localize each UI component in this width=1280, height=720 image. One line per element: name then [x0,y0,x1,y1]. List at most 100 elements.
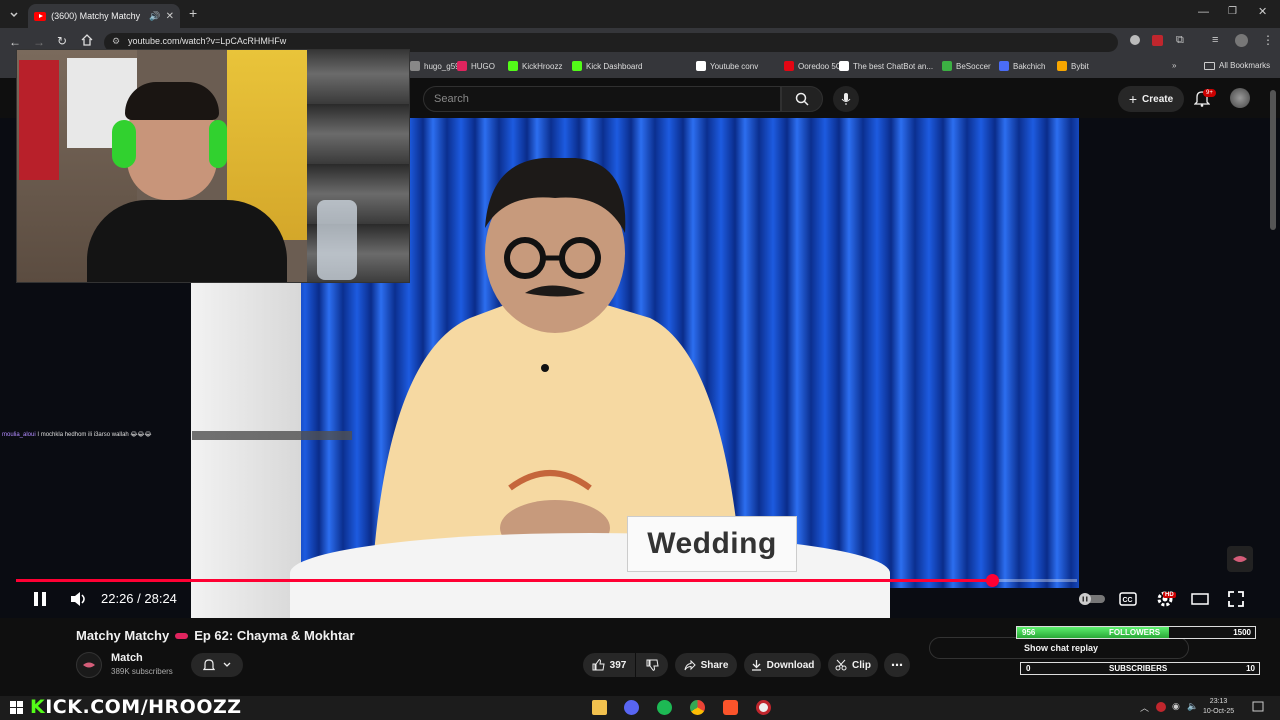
like-count: 397 [609,659,627,671]
browser-menu-icon[interactable]: ⋮ [1262,33,1274,47]
download-icon [751,660,761,671]
channel-name[interactable]: Match [111,652,143,664]
network-icon[interactable]: ◉ [1172,701,1180,712]
pause-button[interactable] [30,590,50,608]
back-arrow-icon[interactable]: ← [9,35,21,49]
bookmark-item[interactable]: Youtube conv [696,61,758,71]
theater-mode-button[interactable] [1190,590,1210,608]
handshake-icon [1233,556,1247,562]
kick-channel-banner: KICK.COM/HROOZZ [30,696,242,720]
home-icon[interactable] [81,34,93,46]
fullscreen-icon [1228,591,1244,607]
bookmark-label: Kick Dashboard [586,61,643,71]
clip-button[interactable]: Clip [828,653,878,677]
fullscreen-button[interactable] [1226,590,1246,608]
bookmark-favicon-icon [410,61,420,71]
extension-music-icon[interactable] [1130,35,1140,45]
tab-active[interactable]: (3600) Matchy Matchy 🔊 ✕ [28,4,180,28]
subscribers-label: SUBSCRIBERS [1109,664,1168,673]
volume-button[interactable] [69,590,89,608]
chat-message-text: I mochkla hedhom ili i3arso wallah 😂😂😂 [37,432,152,438]
dislike-button[interactable] [636,653,668,677]
plus-icon: + [1128,91,1138,107]
autoplay-toggle[interactable] [1079,590,1105,608]
bookmark-label: BeSoccer [956,61,991,71]
channel-avatar[interactable] [76,652,102,678]
captions-button[interactable]: CC [1118,590,1138,608]
bookmark-item[interactable]: Kick Dashboard [572,61,642,71]
recording-app-icon[interactable] [756,700,771,715]
clip-label: Clip [852,659,871,671]
reload-icon[interactable]: ↻ [57,34,67,48]
share-button[interactable]: Share [675,653,737,677]
subscribers-goal: 10 [1246,664,1255,673]
bookmark-favicon-icon [1057,61,1067,71]
brave-icon[interactable] [723,700,738,715]
new-tab-button[interactable]: + [189,5,197,21]
followers-label: FOLLOWERS [1109,628,1161,637]
forward-arrow-icon[interactable]: → [33,35,45,49]
search-input[interactable]: Search [423,86,781,112]
create-button[interactable]: + Create [1118,86,1184,112]
spotify-icon[interactable] [657,700,672,715]
subscribers-goal-bar: 0 SUBSCRIBERS 10 [1020,662,1260,675]
bookmark-item[interactable]: HUGO [457,61,495,71]
like-button[interactable]: 397 [583,653,635,677]
system-clock[interactable]: 23:13 10-Oct-25 [1203,697,1234,717]
tray-chevron-icon[interactable]: ︿ [1140,701,1149,714]
all-bookmarks-folder[interactable]: All Bookmarks [1204,61,1270,70]
time-display: 22:26 / 28:24 [101,591,177,606]
svg-text:CC: CC [1123,597,1133,604]
scissors-icon [835,659,847,671]
tray-app-icon[interactable] [1156,702,1166,712]
download-button[interactable]: Download [744,653,821,677]
speaker-icon[interactable]: 🔊 [149,11,160,22]
browser-tab-bar: (3600) Matchy Matchy 🔊 ✕ + — ❐ ✕ [0,0,1280,28]
tab-search-icon[interactable] [8,8,20,20]
close-window-button[interactable]: ✕ [1258,5,1267,18]
bookmark-item[interactable]: Bakchich [999,61,1045,71]
windows-start-icon[interactable] [10,701,23,714]
extension-red-icon[interactable] [1152,35,1163,46]
site-info-icon[interactable]: ⚙ [112,36,120,47]
kick-banner-text: ICK.COM/HROOZZ [45,696,242,718]
video-table [290,533,890,618]
bookmark-item[interactable]: BeSoccer [942,61,991,71]
channel-watermark[interactable] [1227,546,1253,572]
reading-list-icon[interactable]: ≡ [1212,34,1218,46]
page-scrollbar[interactable] [1270,90,1276,230]
tab-close-icon[interactable]: ✕ [166,11,174,22]
speaker-tray-icon[interactable]: 🔈 [1187,701,1198,712]
notification-center-icon[interactable] [1252,701,1264,713]
account-avatar[interactable] [1230,88,1250,108]
bookmark-item[interactable]: hugo_g59 [410,61,460,71]
lips-emoji-icon [175,632,189,639]
bookmarks-overflow-icon[interactable]: » [1172,61,1176,70]
bookmark-item[interactable]: Bybit [1057,61,1089,71]
file-explorer-icon[interactable] [592,700,607,715]
more-actions-button[interactable]: ⋯ [884,653,910,677]
closed-captions-icon: CC [1119,592,1137,606]
show-chat-replay-button[interactable]: Show chat replay [929,637,1189,659]
webcam-water-bottle [317,200,357,280]
voice-search-button[interactable] [833,86,859,112]
bookmark-item[interactable]: Ooredoo 5G [784,61,842,71]
bookmark-item[interactable]: KickHroozz [508,61,562,71]
subscription-bell-button[interactable] [191,653,243,677]
chrome-icon[interactable] [690,700,705,715]
bookmark-favicon-icon [839,61,849,71]
subscribers-current: 0 [1026,664,1031,673]
chat-username: moulia_aloui [2,432,36,438]
minimize-button[interactable]: — [1198,6,1209,18]
followers-goal-bar: 956 FOLLOWERS 1500 [1016,626,1256,639]
extensions-puzzle-icon[interactable]: ⧉ [1176,34,1184,47]
bookmark-item[interactable]: The best ChatBot an... [839,61,933,71]
search-button[interactable] [781,86,823,112]
restore-button[interactable]: ❐ [1228,6,1237,17]
share-label: Share [700,659,729,671]
discord-icon[interactable] [624,700,639,715]
thumbs-up-icon [592,659,605,671]
bookmark-favicon-icon [942,61,952,71]
wedding-nameplate: Wedding [627,516,797,572]
profile-avatar-icon[interactable] [1235,34,1248,47]
